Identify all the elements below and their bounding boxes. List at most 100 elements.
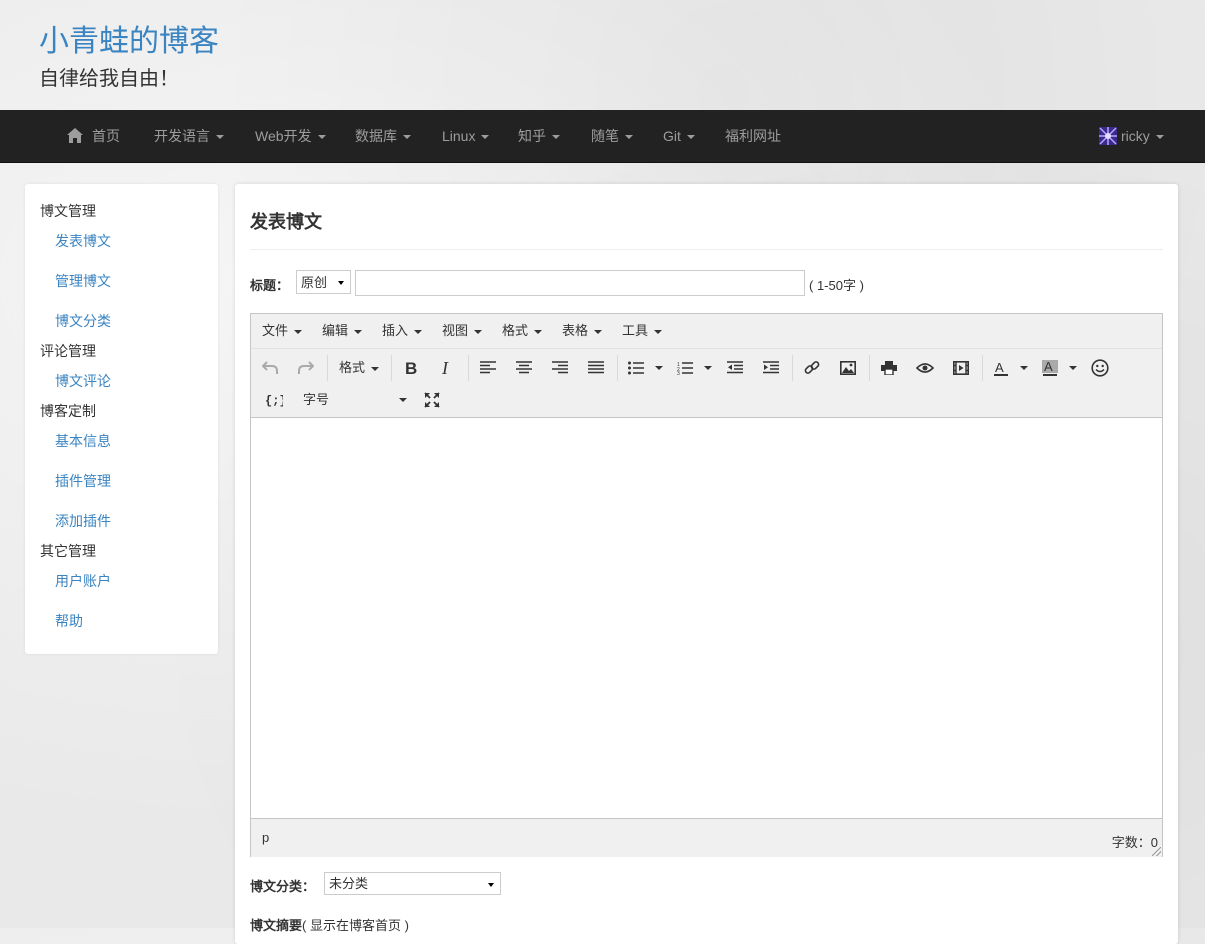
redo-icon[interactable] [293,355,319,381]
nav-label: 开发语言 [154,128,210,144]
home-icon [67,112,83,164]
nav-item-database[interactable]: 数据库 [355,110,411,162]
nav-item-linux[interactable]: Linux [442,110,490,162]
menu-format[interactable]: 格式 [502,314,543,348]
caret-down-icon [354,329,363,334]
numbered-list-options-icon[interactable] [704,366,712,370]
menu-edit[interactable]: 编辑 [322,314,363,348]
toolbar-separator [617,355,618,381]
align-justify-icon[interactable] [583,355,609,381]
print-icon[interactable] [876,355,902,381]
text-color-options-icon[interactable] [1020,366,1028,370]
resize-handle-icon[interactable] [1152,847,1161,856]
nav-item-essays[interactable]: 随笔 [591,110,633,162]
menu-table[interactable]: 表格 [562,314,603,348]
editor-content-area[interactable] [251,418,1162,818]
sidebar-item-manage-posts[interactable]: 管理博文 [55,271,111,291]
undo-icon[interactable] [257,355,283,381]
caret-down-icon [594,329,603,334]
menu-label: 格式 [502,323,529,338]
sidebar-group-other: 其它管理 [40,543,96,559]
align-left-icon[interactable] [475,355,501,381]
divider [250,249,1163,250]
align-center-icon[interactable] [511,355,537,381]
nav-item-zhihu[interactable]: 知乎 [518,110,560,162]
svg-text:B: B [405,360,417,376]
post-type-select[interactable]: 原创 [296,270,351,294]
sidebar-item-new-post[interactable]: 发表博文 [55,231,111,251]
title-length-hint: ( 1-50字 ) [809,278,864,293]
rich-text-editor: 文件 编辑 插入 视图 格式 表格 工具 格式 B I 1 2 3 A A {;… [250,313,1163,857]
summary-label-row: 博文摘要( 显示在博客首页 ) [250,915,409,934]
nav-item-welfare[interactable]: 福利网址 [725,110,781,162]
sidebar-item-plugins[interactable]: 插件管理 [55,471,111,491]
emoticon-icon[interactable] [1087,355,1113,381]
outdent-icon[interactable] [722,355,748,381]
site-header: 小青蛙的博客 自律给我自由！ [0,0,1205,110]
nav-label: 知乎 [518,128,546,144]
align-right-icon[interactable] [547,355,573,381]
editor-statusbar: p 字数：0 [251,818,1162,857]
svg-text:A: A [995,360,1004,375]
bold-icon[interactable]: B [398,355,424,381]
caret-down-icon [399,398,407,402]
sidebar-item-basic-info[interactable]: 基本信息 [55,431,111,451]
sidebar-item-help[interactable]: 帮助 [55,611,83,631]
sidebar-item-add-plugin[interactable]: 添加插件 [55,511,111,531]
toolbar-separator [468,355,469,381]
sidebar-item-account[interactable]: 用户账户 [55,571,111,591]
menu-view[interactable]: 视图 [442,314,483,348]
background-color-options-icon[interactable] [1069,366,1077,370]
image-icon[interactable] [835,355,861,381]
post-type-value: 原创 [301,275,328,290]
user-name: ricky [1121,128,1150,144]
bullet-list-options-icon[interactable] [655,366,663,370]
page-title: 发表博文 [250,212,322,232]
sidebar-item-post-comments[interactable]: 博文评论 [55,371,111,391]
category-select[interactable]: 未分类 [324,872,501,895]
caret-down-icon [534,329,543,334]
nav-item-home[interactable]: 首页 [67,110,120,162]
menu-label: 文件 [262,323,289,338]
dropdown-arrow-icon [338,281,344,285]
summary-hint: ( 显示在博客首页 ) [302,918,409,933]
format-label: 格式 [339,360,366,375]
caret-down-icon [403,135,411,140]
caret-down-icon [481,135,490,140]
element-path[interactable]: p [262,830,269,845]
caret-down-icon [474,329,483,334]
indent-icon[interactable] [758,355,784,381]
link-icon[interactable] [799,355,825,381]
italic-icon[interactable]: I [434,355,460,381]
font-size-dropdown[interactable]: 字号 [303,387,407,413]
nav-label: 数据库 [355,128,397,144]
caret-down-icon [686,135,695,140]
user-menu[interactable]: ricky [1099,110,1164,162]
format-dropdown[interactable]: 格式 [339,355,380,381]
bullet-list-icon[interactable] [623,355,649,381]
site-title[interactable]: 小青蛙的博客 [39,16,219,60]
top-navbar: 首页 开发语言 Web开发 数据库 Linux 知乎 随笔 Git 福利网址 r… [0,110,1205,163]
menu-tools[interactable]: 工具 [622,314,663,348]
nav-item-git[interactable]: Git [663,110,695,162]
background-color-icon[interactable]: A [1037,355,1063,381]
nav-item-languages[interactable]: 开发语言 [154,110,224,162]
numbered-list-icon[interactable]: 123 [672,355,698,381]
caret-down-icon [552,135,560,140]
menu-label: 表格 [562,323,589,338]
menu-file[interactable]: 文件 [262,314,303,348]
caret-down-icon [294,329,303,334]
toolbar-separator [327,355,328,381]
media-icon[interactable] [948,355,974,381]
admin-sidebar: 博文管理 发表博文 管理博文 博文分类 评论管理 博文评论 博客定制 基本信息 … [25,184,218,654]
text-color-icon[interactable]: A [988,355,1014,381]
nav-item-web[interactable]: Web开发 [255,110,326,162]
preview-icon[interactable] [912,355,938,381]
code-sample-icon[interactable]: {;} [261,387,287,413]
caret-down-icon [317,135,326,140]
sidebar-item-categories[interactable]: 博文分类 [55,311,111,331]
post-editor-panel: 发表博文 标题： 原创 ( 1-50字 ) 文件 编辑 插入 视图 格式 表格 … [235,184,1178,944]
fullscreen-icon[interactable] [419,387,445,413]
menu-insert[interactable]: 插入 [382,314,423,348]
title-input[interactable] [355,270,805,296]
